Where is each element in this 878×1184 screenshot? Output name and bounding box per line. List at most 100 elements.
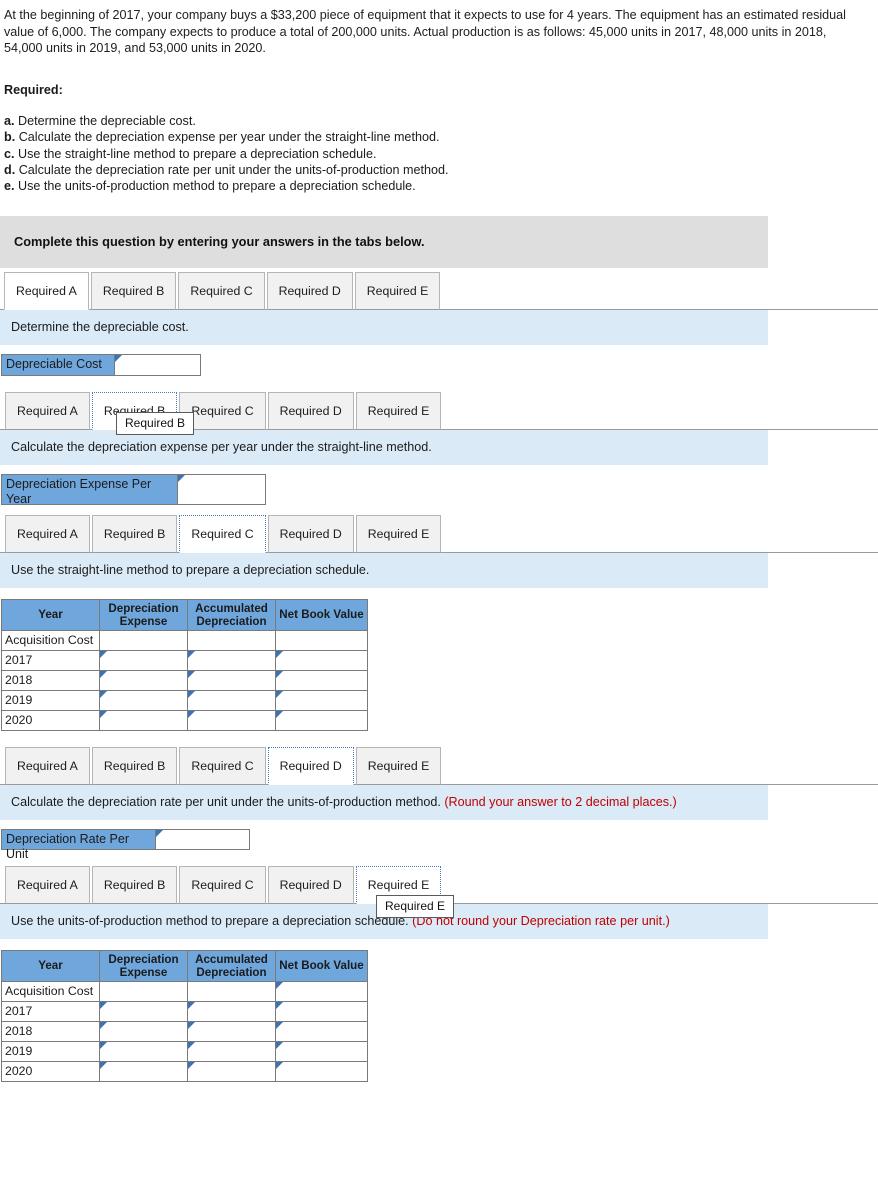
tab-required-c[interactable]: Required C — [179, 746, 266, 785]
cell-accumulated-depreciation[interactable] — [187, 669, 276, 691]
required-item-a: a. Determine the depreciable cost. — [4, 113, 874, 129]
cell-depreciation-expense[interactable] — [99, 1020, 188, 1042]
cell-depreciation-expense[interactable] — [99, 669, 188, 691]
tab-required-c[interactable]: Required C — [179, 514, 266, 553]
tab-required-a[interactable]: Required A — [5, 391, 90, 430]
tab-required-a[interactable]: Required A — [5, 514, 90, 553]
cell-net-book-value[interactable] — [275, 689, 368, 711]
column-header-depreciation-expense: Depreciation Expense — [99, 598, 188, 631]
table-row: 2019 — [1, 1040, 368, 1062]
instruction-banner-text: Complete this question by entering your … — [14, 234, 425, 250]
table-row: Acquisition Cost — [1, 629, 368, 651]
cell-flag-icon — [100, 650, 107, 658]
cell-accumulated-depreciation[interactable] — [187, 1060, 276, 1082]
tab-required-a[interactable]: Required A — [5, 746, 90, 785]
tab-label: Required E — [366, 283, 429, 298]
tab-required-b[interactable]: Required B — [91, 514, 178, 553]
cell-flag-icon — [188, 1001, 195, 1009]
tab-row-a: Required A Required B Required C Require… — [0, 268, 878, 310]
tab-required-a[interactable]: Required A — [4, 271, 89, 310]
tab-required-e[interactable]: Required E — [354, 271, 441, 310]
cell-depreciation-expense[interactable] — [99, 689, 188, 711]
tab-label: Required E — [367, 526, 430, 541]
cell-net-book-value[interactable] — [275, 649, 368, 671]
prompt-text-c: Use the straight-line method to prepare … — [11, 562, 370, 577]
row-label: Acquisition Cost — [1, 629, 100, 651]
cell-net-book-value[interactable] — [275, 709, 368, 731]
tab-row-c: Required A Required B Required C Require… — [0, 511, 878, 553]
tab-label: Required C — [191, 403, 254, 418]
table-row: Acquisition Cost — [1, 980, 368, 1002]
tab-required-d[interactable]: Required D — [267, 514, 354, 553]
column-header-year: Year — [1, 598, 100, 631]
cell-depreciation-expense[interactable] — [99, 709, 188, 731]
tab-required-d[interactable]: Required D — [267, 746, 354, 785]
cell-depreciation-expense — [99, 980, 188, 1002]
tab-label: Required C — [191, 758, 254, 773]
tab-required-e[interactable]: Required E — [355, 746, 442, 785]
cell-net-book-value[interactable] — [275, 1060, 368, 1082]
cell-accumulated-depreciation[interactable] — [187, 649, 276, 671]
schedule-table-units-of-production: Year Depreciation Expense Accumulated De… — [1, 949, 368, 1082]
table-row: 2018 — [1, 1020, 368, 1042]
tab-required-d[interactable]: Required D — [266, 271, 353, 310]
tab-required-b[interactable]: Required B — [90, 271, 177, 310]
cell-net-book-value[interactable] — [275, 1000, 368, 1022]
tooltip-required-e: Required E — [376, 894, 455, 918]
cell-depreciation-expense[interactable] — [99, 1000, 188, 1022]
tab-required-d[interactable]: Required D — [267, 865, 354, 904]
tab-required-b[interactable]: Required B — [91, 865, 178, 904]
cell-flag-icon — [188, 1041, 195, 1049]
tab-label: Required B — [103, 526, 166, 541]
cell-flag-icon — [178, 474, 185, 482]
input-depreciation-rate-per-unit[interactable] — [156, 828, 250, 850]
tab-required-e[interactable]: Required E — [355, 514, 442, 553]
prompt-text-b: Calculate the depreciation expense per y… — [11, 439, 432, 454]
tab-label: Required A — [16, 283, 77, 298]
cell-flag-icon — [100, 1021, 107, 1029]
tab-required-b[interactable]: Required B — [91, 746, 178, 785]
cell-flag-icon — [276, 1041, 283, 1049]
cell-flag-icon — [276, 981, 283, 989]
required-item-b-letter: b. — [4, 130, 16, 145]
tab-label: Required A — [17, 758, 78, 773]
required-item-b: b. Calculate the depreciation expense pe… — [4, 129, 874, 145]
cell-flag-icon — [100, 670, 107, 678]
required-block: Required: a. Determine the depreciable c… — [0, 83, 878, 195]
column-header-year: Year — [1, 949, 100, 982]
prompt-panel-b: Calculate the depreciation expense per y… — [0, 411, 768, 465]
field-row-depreciation-rate-per-unit: Depreciation Rate Per Unit — [1, 828, 878, 861]
table-header-row: Year Depreciation Expense Accumulated De… — [1, 949, 368, 982]
required-heading: Required: — [4, 82, 63, 97]
required-item-a-text: Determine the depreciable cost. — [18, 113, 196, 128]
cell-net-book-value[interactable] — [275, 629, 368, 651]
cell-flag-icon — [100, 1041, 107, 1049]
cell-flag-icon — [188, 650, 195, 658]
tab-required-d[interactable]: Required D — [267, 391, 354, 430]
cell-net-book-value[interactable] — [275, 980, 368, 1002]
input-depreciable-cost[interactable] — [115, 353, 201, 376]
cell-accumulated-depreciation[interactable] — [187, 1040, 276, 1062]
cell-flag-icon — [188, 670, 195, 678]
required-item-d: d. Calculate the depreciation rate per u… — [4, 162, 874, 178]
input-depreciation-expense-per-year[interactable] — [178, 473, 266, 505]
tab-required-e[interactable]: Required E — [355, 391, 442, 430]
cell-depreciation-expense[interactable] — [99, 649, 188, 671]
tab-label: Required A — [17, 526, 78, 541]
tab-label: Required C — [190, 283, 253, 298]
tab-required-c[interactable]: Required C — [179, 865, 266, 904]
row-label: 2017 — [1, 649, 100, 671]
cell-net-book-value[interactable] — [275, 669, 368, 691]
cell-net-book-value[interactable] — [275, 1020, 368, 1042]
cell-accumulated-depreciation[interactable] — [187, 709, 276, 731]
tab-required-a[interactable]: Required A — [5, 865, 90, 904]
cell-net-book-value[interactable] — [275, 1040, 368, 1062]
cell-accumulated-depreciation[interactable] — [187, 1000, 276, 1022]
cell-accumulated-depreciation[interactable] — [187, 689, 276, 711]
cell-accumulated-depreciation[interactable] — [187, 1020, 276, 1042]
cell-depreciation-expense[interactable] — [99, 1060, 188, 1082]
tab-required-c[interactable]: Required C — [178, 271, 265, 310]
cell-flag-icon — [188, 690, 195, 698]
cell-depreciation-expense[interactable] — [99, 1040, 188, 1062]
cell-flag-icon — [276, 1001, 283, 1009]
